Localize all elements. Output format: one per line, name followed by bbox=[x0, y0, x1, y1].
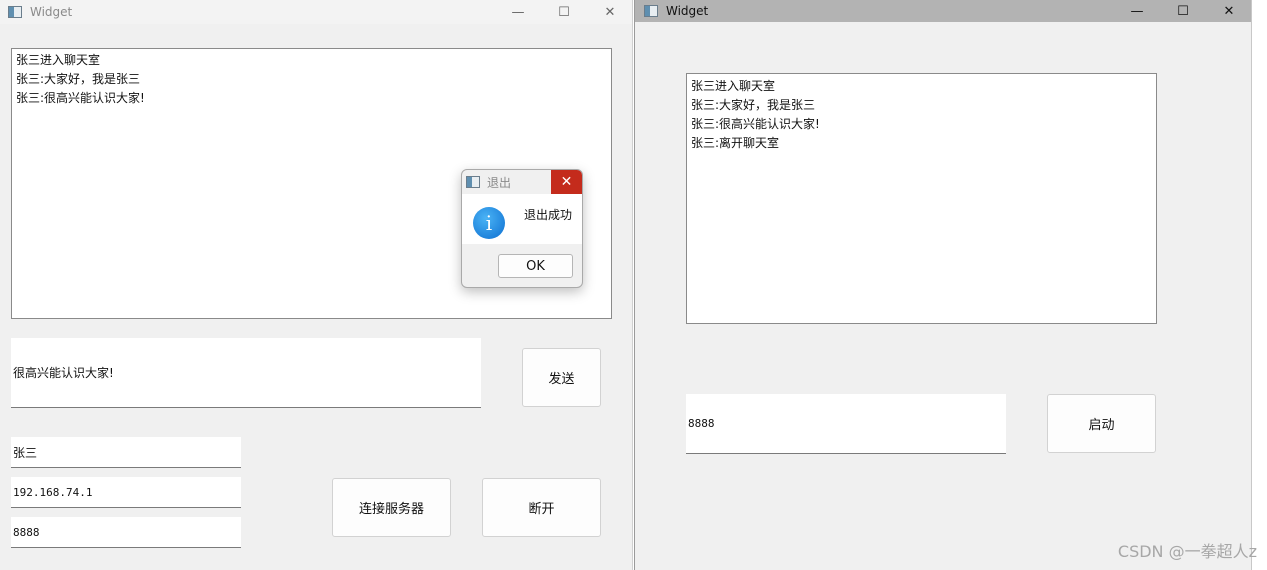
port-field[interactable]: 8888 bbox=[11, 517, 241, 548]
log-line: 张三进入聊天室 bbox=[691, 79, 776, 93]
log-line: 张三:很高兴能认识大家! bbox=[691, 117, 820, 131]
dialog-body: i 退出成功 bbox=[462, 194, 582, 244]
server-port-field[interactable]: 8888 bbox=[686, 394, 1006, 454]
watermark: CSDN @一拳超人z bbox=[1117, 542, 1257, 561]
message-input-value: 很高兴能认识大家! bbox=[13, 366, 114, 380]
server-window: Widget — ☐ ✕ 张三进入聊天室 张三:大家好，我是张三 张三:很高兴能… bbox=[634, 0, 1252, 570]
client-window: Widget — ☐ ✕ 张三进入聊天室 张三:大家好，我是张三 张三:很高兴能… bbox=[0, 0, 633, 570]
ip-field[interactable]: 192.168.74.1 bbox=[11, 477, 241, 508]
close-icon[interactable]: ✕ bbox=[551, 170, 582, 194]
client-titlebar[interactable]: Widget — ☐ ✕ bbox=[0, 0, 632, 24]
chat-line: 张三进入聊天室 bbox=[16, 53, 101, 67]
dialog-message: 退出成功 bbox=[524, 208, 573, 222]
port-value: 8888 bbox=[13, 525, 40, 539]
send-button[interactable]: 发送 bbox=[522, 348, 601, 407]
minimize-icon[interactable]: — bbox=[1114, 0, 1160, 22]
log-line: 张三:离开聊天室 bbox=[691, 136, 780, 150]
server-log[interactable]: 张三进入聊天室 张三:大家好，我是张三 张三:很高兴能认识大家! 张三:离开聊天… bbox=[686, 73, 1157, 324]
info-icon: i bbox=[473, 207, 505, 239]
server-titlebar[interactable]: Widget — ☐ ✕ bbox=[635, 0, 1251, 22]
close-icon[interactable]: ✕ bbox=[587, 0, 633, 24]
log-line: 张三:大家好，我是张三 bbox=[691, 98, 816, 112]
client-title: Widget bbox=[30, 5, 73, 19]
ip-value: 192.168.74.1 bbox=[13, 485, 93, 499]
start-button[interactable]: 启动 bbox=[1047, 394, 1156, 453]
app-icon bbox=[466, 176, 480, 188]
dialog-title: 退出 bbox=[487, 175, 512, 190]
chat-line: 张三:很高兴能认识大家! bbox=[16, 91, 145, 105]
server-port-value: 8888 bbox=[688, 417, 715, 430]
maximize-icon[interactable]: ☐ bbox=[1160, 0, 1206, 22]
app-icon bbox=[8, 6, 22, 18]
exit-dialog: 退出 ✕ i 退出成功 OK bbox=[461, 169, 583, 288]
app-icon bbox=[644, 5, 658, 17]
minimize-icon[interactable]: — bbox=[495, 0, 541, 24]
server-title: Widget bbox=[666, 4, 709, 18]
message-input[interactable]: 很高兴能认识大家! bbox=[11, 338, 481, 408]
close-icon[interactable]: ✕ bbox=[1206, 0, 1252, 22]
username-field[interactable]: 张三 bbox=[11, 437, 241, 468]
connect-button[interactable]: 连接服务器 bbox=[332, 478, 451, 537]
chat-line: 张三:大家好，我是张三 bbox=[16, 72, 141, 86]
username-value: 张三 bbox=[13, 445, 38, 460]
disconnect-button[interactable]: 断开 bbox=[482, 478, 601, 537]
ok-button[interactable]: OK bbox=[498, 254, 573, 278]
maximize-icon[interactable]: ☐ bbox=[541, 0, 587, 24]
